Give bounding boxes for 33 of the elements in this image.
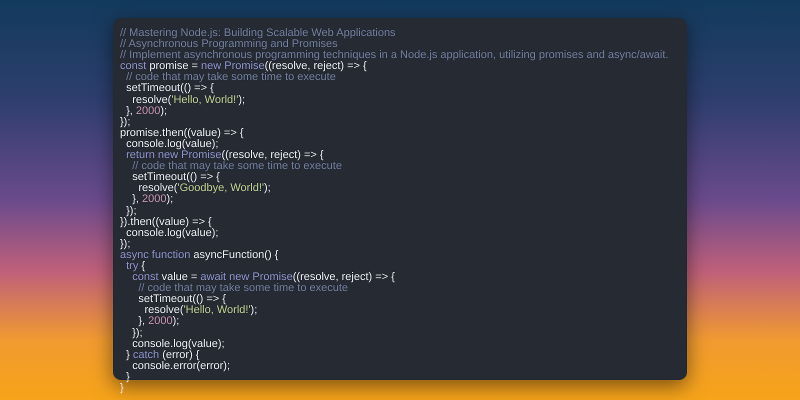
code-line: // code that may take some time to execute [125, 72, 336, 84]
code-line: const value = await new Promise((resolve, reject) => { [132, 272, 395, 284]
code-line: }); [120, 116, 130, 128]
code-line: console.log(value); [131, 338, 225, 350]
code-line: resolve('Goodbye, World!'); [138, 183, 271, 194]
code-line: }, 2000); [125, 106, 168, 117]
code-line: }, 2000); [137, 316, 180, 328]
code-line: async function asyncFunction() { [120, 250, 278, 261]
code-line: console.error(error); [131, 360, 230, 372]
code-line: // Mastering Node.js: Building Scalable Web Applications [120, 28, 396, 39]
code-line: }); [125, 206, 137, 217]
code-line: }, 2000); [131, 194, 174, 206]
code-line: console.log(value); [126, 138, 218, 150]
code-line: } [125, 372, 130, 383]
code-line: promise.then((value) => { [120, 128, 244, 139]
code-line: setTimeout(() => { [125, 83, 214, 95]
code-line: try { [126, 260, 146, 272]
code-line: setTimeout(() => { [131, 172, 220, 184]
code-line: }); [131, 328, 143, 339]
code-line: setTimeout(() => { [137, 294, 226, 306]
code-line: // Implement asynchronous programming techniques in a Node.js application, utilizing promises and async/await. [120, 50, 668, 62]
code-line: // code that may take some time to execute [137, 283, 348, 294]
code-line: return new Promise((resolve, reject) => { [125, 150, 324, 162]
code-line: // Asynchronous Programming and Promises [120, 39, 338, 50]
code-line: } catch (error) { [125, 350, 200, 361]
code-line: } [120, 383, 124, 394]
code-line: resolve('Hello, World!'); [144, 305, 258, 316]
code-line: // code that may take some time to execute [131, 161, 342, 172]
code-line: console.log(value); [126, 228, 218, 239]
code-line: const promise = new Promise((resolve, reject) => { [120, 61, 367, 72]
code-line: }); [120, 238, 130, 250]
code-line: resolve('Hello, World!'); [131, 94, 246, 106]
code-line: }).then((value) => { [120, 216, 212, 228]
